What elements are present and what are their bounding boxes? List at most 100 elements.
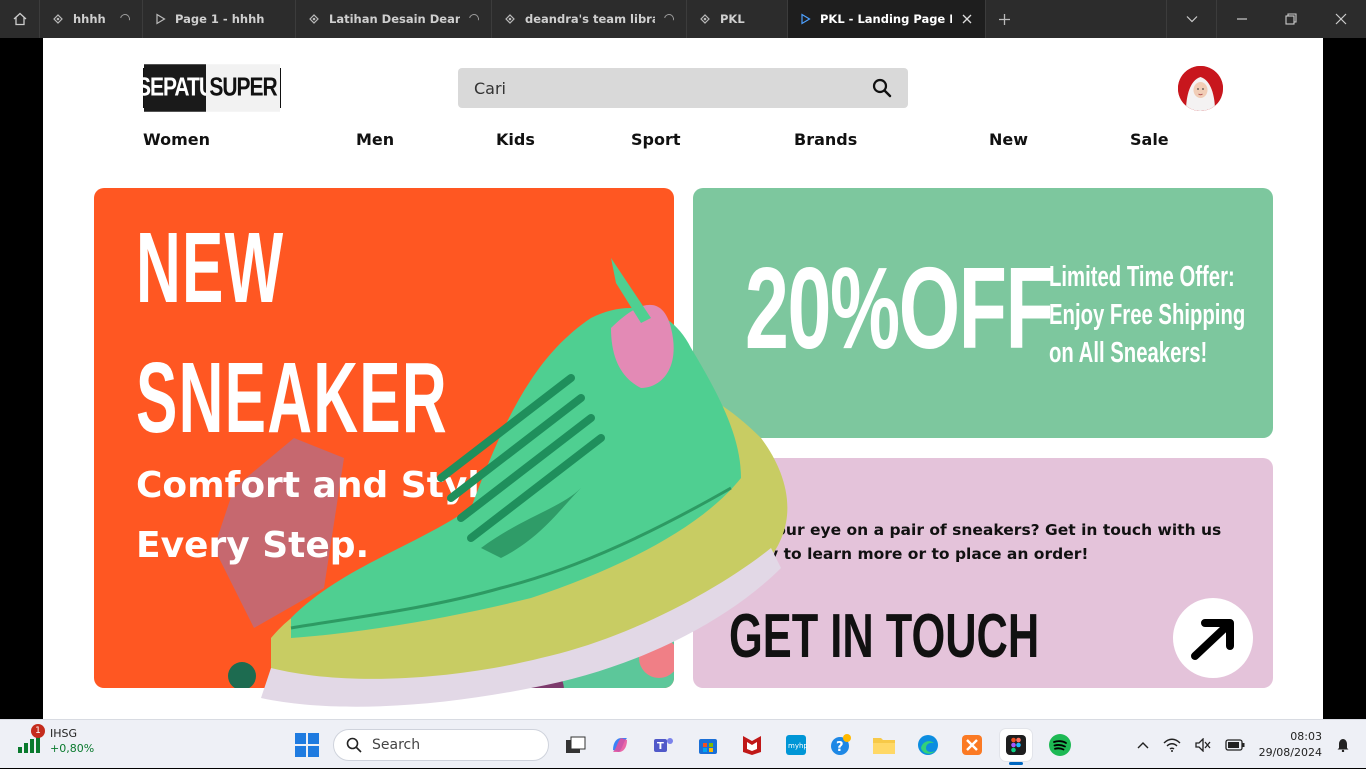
tab-team-library[interactable]: deandra's team library xyxy=(492,0,687,38)
folder-icon xyxy=(873,738,895,754)
figma-file-icon xyxy=(53,14,63,24)
offer-banner: 20%OFF Limited Time Offer: Enjoy Free Sh… xyxy=(693,188,1273,438)
tab-pkl[interactable]: PKL xyxy=(687,0,788,38)
spotify-app[interactable] xyxy=(1044,729,1076,761)
task-view-icon xyxy=(566,736,586,753)
nav-kids[interactable]: Kids xyxy=(496,130,535,149)
new-tab-button[interactable] xyxy=(986,0,1022,38)
logo-right: SUPER xyxy=(206,64,280,112)
teams-app[interactable]: T xyxy=(648,729,680,761)
loading-spinner-icon xyxy=(118,12,132,26)
offer-text: Limited Time Offer: Enjoy Free Shipping … xyxy=(1049,258,1245,372)
minimize-icon xyxy=(1236,18,1247,20)
spotify-icon xyxy=(1049,734,1071,756)
file-explorer-app[interactable] xyxy=(868,729,900,761)
close-window-button[interactable] xyxy=(1316,0,1366,38)
svg-text:T: T xyxy=(657,741,664,752)
figma-file-icon xyxy=(309,14,319,24)
plus-icon xyxy=(998,13,1010,25)
restore-button[interactable] xyxy=(1266,0,1316,38)
tab-list-button[interactable] xyxy=(1166,0,1216,38)
nav-sport[interactable]: Sport xyxy=(631,130,681,149)
search-input[interactable] xyxy=(474,78,872,98)
widget-change: +0,80% xyxy=(50,742,95,755)
offer-line-3: on All Sneakers! xyxy=(1049,337,1208,369)
browser-tab-bar: hhhh Page 1 - hhhh Latihan Desain Deandr… xyxy=(0,0,1366,38)
nav-brands[interactable]: Brands xyxy=(794,130,857,149)
wifi-icon[interactable] xyxy=(1163,738,1181,752)
nav-sale[interactable]: Sale xyxy=(1130,130,1169,149)
mcafee-icon xyxy=(743,736,761,755)
myhp-app[interactable]: myhp xyxy=(780,729,812,761)
restore-icon xyxy=(1285,13,1297,25)
search-icon[interactable] xyxy=(872,78,892,98)
play-icon xyxy=(801,13,811,25)
tab-label: deandra's team library xyxy=(525,12,655,26)
nav-women[interactable]: Women xyxy=(143,130,210,149)
avatar[interactable] xyxy=(1178,66,1223,111)
offer-line-1: Limited Time Offer: xyxy=(1049,261,1235,293)
store-app[interactable] xyxy=(692,729,724,761)
tab-label: PKL - Landing Page Bus xyxy=(820,12,952,26)
copilot-app[interactable] xyxy=(604,729,636,761)
logo-left: SEPATU xyxy=(137,64,214,112)
search-icon xyxy=(346,737,362,753)
volume-muted-icon[interactable] xyxy=(1194,737,1211,752)
hero-title-line2: SNEAKER xyxy=(136,342,448,454)
start-button[interactable] xyxy=(295,733,319,761)
notification-bell-icon[interactable] xyxy=(1336,738,1350,752)
widget-text: IHSG +0,80% xyxy=(50,726,94,756)
tab-label: PKL xyxy=(720,12,745,26)
offer-line-2: Enjoy Free Shipping xyxy=(1049,299,1246,331)
search-bar xyxy=(458,68,908,108)
copilot-icon xyxy=(613,738,627,752)
category-nav: Women Men Kids Sport Brands New Sale xyxy=(43,130,1323,154)
teams-icon: T xyxy=(654,738,673,752)
tab-hhhh[interactable]: hhhh xyxy=(40,0,143,38)
get-in-touch-heading: GET IN TOUCH xyxy=(729,602,1040,671)
tab-label: Latihan Desain Deandra xyxy=(329,12,460,26)
stock-widget[interactable]: 1 IHSG +0,80% xyxy=(16,724,94,756)
arrow-up-right-icon xyxy=(1191,619,1234,660)
get-help-app[interactable]: ? xyxy=(824,729,856,761)
hero-banner: NEW SNEAKER Comfort and Style in Every S… xyxy=(94,188,674,688)
home-icon xyxy=(13,12,26,26)
chevron-down-icon xyxy=(1186,16,1197,23)
hero-subtitle: Comfort and Style in Every Step. xyxy=(136,465,555,566)
site-logo[interactable]: SEPATU SUPER xyxy=(137,64,281,112)
taskbar-search-label: Search xyxy=(372,737,421,753)
tabbar-spacer xyxy=(1022,0,1166,38)
help-icon: ? xyxy=(831,734,851,755)
minimize-button[interactable] xyxy=(1216,0,1266,38)
hero-title-line1: NEW xyxy=(136,212,285,324)
figma-file-icon xyxy=(700,14,710,24)
nav-new[interactable]: New xyxy=(989,130,1028,149)
figma-icon xyxy=(1006,735,1026,755)
nav-men[interactable]: Men xyxy=(356,130,394,149)
get-in-touch-button[interactable] xyxy=(1173,598,1253,678)
loading-spinner-icon xyxy=(662,12,676,26)
clock[interactable]: 08:03 29/08/2024 xyxy=(1259,729,1322,761)
taskbar-search[interactable]: Search xyxy=(333,729,549,761)
widget-name: IHSG xyxy=(50,727,78,740)
figma-app[interactable] xyxy=(1000,729,1032,765)
close-tab-icon[interactable] xyxy=(961,13,973,25)
svg-text:myhp: myhp xyxy=(788,742,807,750)
edge-app[interactable] xyxy=(912,729,944,761)
task-view-app[interactable] xyxy=(560,729,592,761)
tab-latihan-desain[interactable]: Latihan Desain Deandra xyxy=(296,0,492,38)
home-button[interactable] xyxy=(0,0,40,38)
store-icon xyxy=(699,739,717,754)
user-avatar-image xyxy=(1178,66,1223,111)
tab-pkl-landing-page[interactable]: PKL - Landing Page Bus xyxy=(788,0,986,38)
svg-text:?: ? xyxy=(836,740,844,755)
mcafee-app[interactable] xyxy=(736,729,768,761)
xampp-app[interactable] xyxy=(956,729,988,761)
tab-page-1-hhhh[interactable]: Page 1 - hhhh xyxy=(143,0,296,38)
contact-description: Got your eye on a pair of sneakers? Get … xyxy=(729,521,1222,563)
clock-date: 29/08/2024 xyxy=(1258,745,1322,759)
figma-file-icon xyxy=(505,14,515,24)
battery-icon[interactable] xyxy=(1224,738,1245,751)
prototype-canvas: SEPATU SUPER Women Men Kids Sport Brands… xyxy=(0,38,1366,719)
chevron-up-icon[interactable] xyxy=(1137,741,1149,749)
